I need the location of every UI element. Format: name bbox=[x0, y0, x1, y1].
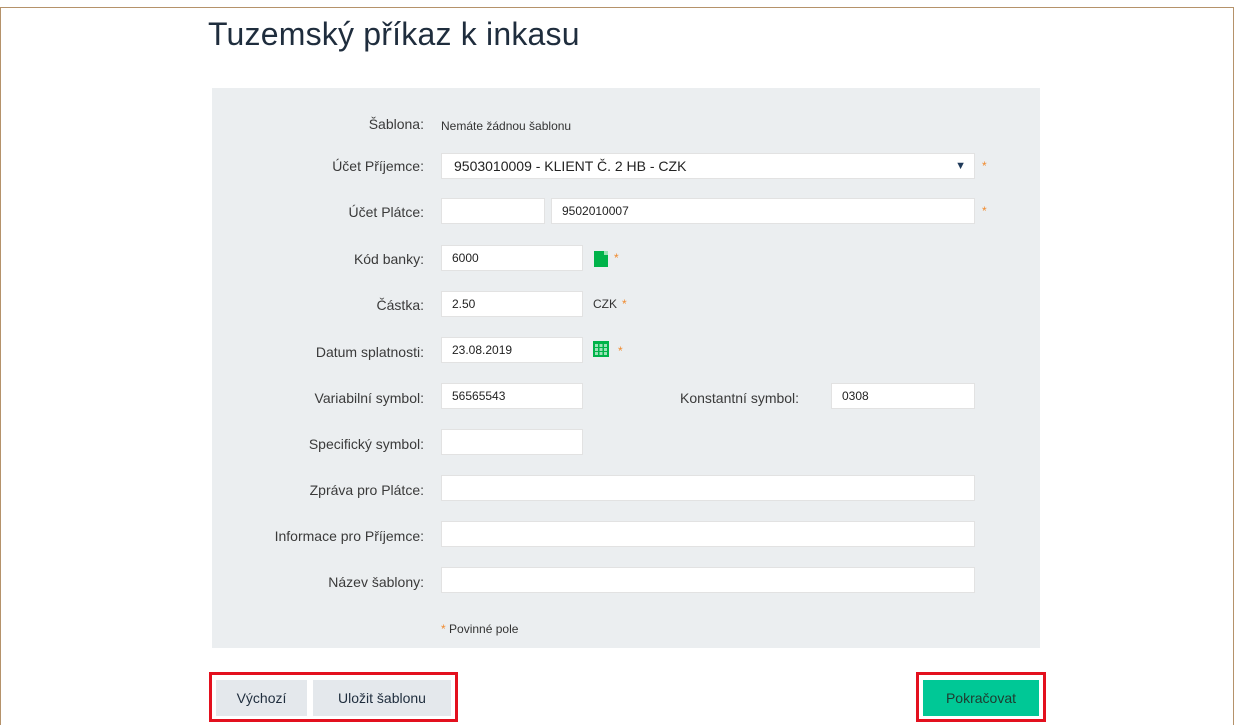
required-mark: * bbox=[441, 622, 446, 636]
required-mark: * bbox=[618, 344, 623, 358]
recipient-account-value: 9503010009 - KLIENT Č. 2 HB - CZK bbox=[454, 158, 687, 174]
variable-symbol-label: Variabilní symbol: bbox=[314, 390, 424, 406]
page-title: Tuzemský příkaz k inkasu bbox=[208, 16, 580, 52]
recipient-account-label: Účet Příjemce: bbox=[332, 158, 424, 174]
bank-code-input[interactable]: 6000 bbox=[441, 245, 583, 271]
constant-symbol-input[interactable]: 0308 bbox=[831, 383, 975, 409]
due-date-input[interactable]: 23.08.2019 bbox=[441, 337, 583, 363]
required-note: * Povinné pole bbox=[441, 622, 518, 636]
payer-account-prefix-input[interactable] bbox=[441, 198, 545, 224]
specific-symbol-label: Specifický symbol: bbox=[308, 436, 424, 452]
address-book-icon[interactable] bbox=[594, 251, 608, 267]
info-for-recipient-input[interactable] bbox=[441, 521, 975, 547]
template-name-input[interactable] bbox=[441, 567, 975, 593]
amount-input[interactable]: 2.50 bbox=[441, 291, 583, 317]
message-for-payer-input[interactable] bbox=[441, 475, 975, 501]
required-mark: * bbox=[982, 159, 987, 173]
variable-symbol-input[interactable]: 56565543 bbox=[441, 383, 583, 409]
template-value: Nemáte žádnou šablonu bbox=[441, 119, 572, 133]
due-date-label: Datum splatnosti: bbox=[315, 344, 424, 360]
payer-account-number-input[interactable]: 9502010007 bbox=[551, 198, 975, 224]
default-button[interactable]: Výchozí bbox=[216, 680, 307, 716]
currency-label: CZK bbox=[593, 297, 617, 311]
template-name-label: Název šablony: bbox=[328, 574, 424, 590]
bank-code-label: Kód banky: bbox=[353, 251, 424, 267]
required-mark: * bbox=[622, 297, 627, 311]
dropdown-arrow-icon: ▼ bbox=[955, 160, 966, 172]
continue-button[interactable]: Pokračovat bbox=[923, 680, 1039, 716]
template-label: Šablona: bbox=[368, 116, 424, 132]
constant-symbol-label: Konstantní symbol: bbox=[680, 390, 800, 406]
required-mark: * bbox=[614, 251, 619, 265]
specific-symbol-input[interactable] bbox=[441, 429, 583, 455]
save-template-button[interactable]: Uložit šablonu bbox=[313, 680, 451, 716]
required-note-text: Povinné pole bbox=[449, 622, 519, 636]
payer-account-label: Účet Plátce: bbox=[348, 204, 424, 220]
info-for-recipient-label: Informace pro Příjemce: bbox=[274, 528, 424, 544]
recipient-account-select[interactable]: 9503010009 - KLIENT Č. 2 HB - CZK ▼ bbox=[441, 153, 975, 179]
message-for-payer-label: Zpráva pro Plátce: bbox=[309, 482, 424, 498]
calendar-icon[interactable] bbox=[593, 341, 609, 357]
amount-label: Částka: bbox=[376, 297, 424, 313]
required-mark: * bbox=[982, 204, 987, 218]
